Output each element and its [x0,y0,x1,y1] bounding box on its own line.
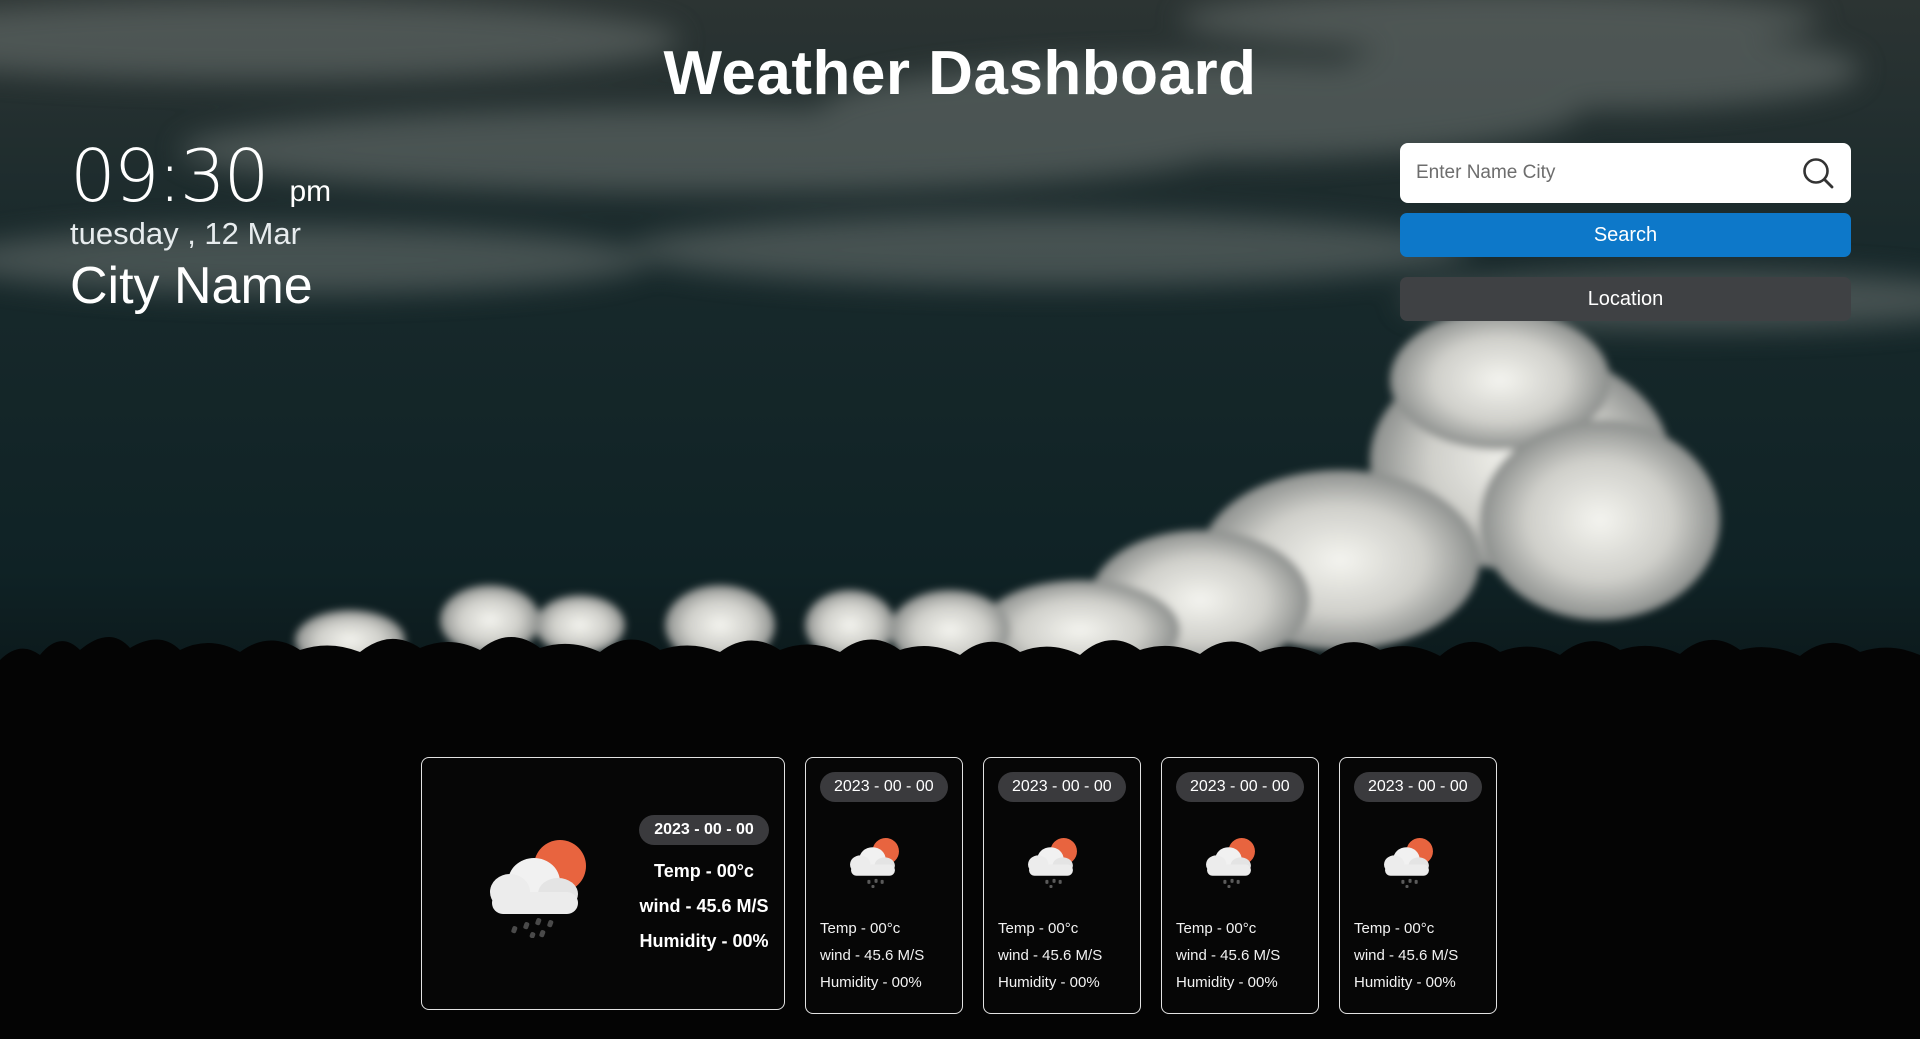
forecast-date-badge: 2023 - 00 - 00 [1176,772,1304,802]
forecast-card-4: 2023 - 00 - 00 Temp - 00°c wind - 45.6 M… [1339,757,1497,1014]
rain-cloud-sun-icon [1200,836,1260,893]
today-wind: wind - 45.6 M/S [639,896,769,916]
page-title: Weather Dashboard [663,39,1257,108]
rain-cloud-sun-icon [1022,836,1082,893]
forecast-wind: wind - 45.6 M/S [998,947,1103,964]
forecast-humidity: Humidity - 00% [820,974,922,991]
forecast-details: Temp - 00°c wind - 45.6 M/S Humidity - 0… [1176,920,1280,1001]
city-search-input[interactable] [1416,162,1801,184]
location-button[interactable]: Location [1400,277,1851,321]
clock-panel: 09:30 pm tuesday , 12 Mar City Name [70,130,331,316]
forecast-details: Temp - 00°c wind - 45.6 M/S Humidity - 0… [1354,920,1458,1001]
rain-cloud-sun-icon [482,836,592,943]
forecast-cards: 2023 - 00 - 00 Temp - 00°c wind - 45.6 M… [421,757,1497,1014]
forecast-date-badge: 2023 - 00 - 00 [1354,772,1482,802]
forecast-wind: wind - 45.6 M/S [820,947,925,964]
forecast-humidity: Humidity - 00% [1176,974,1278,991]
city-name: City Name [70,257,313,315]
rain-cloud-sun-icon [1378,836,1438,893]
forecast-humidity: Humidity - 00% [998,974,1100,991]
forecast-card-2: 2023 - 00 - 00 Temp - 00°c wind - 45.6 M… [983,757,1141,1014]
search-icon[interactable] [1801,156,1835,190]
forecast-date-badge: 2023 - 00 - 00 [820,772,948,802]
forecast-temp: Temp - 00°c [998,920,1079,937]
today-weather-info: 2023 - 00 - 00 Temp - 00°c wind - 45.6 M… [634,815,774,952]
forecast-date-badge: 2023 - 00 - 00 [998,772,1126,802]
forecast-temp: Temp - 00°c [820,920,901,937]
forecast-wind: wind - 45.6 M/S [1354,947,1459,964]
clock-ampm: pm [289,175,332,208]
forecast-card-1: 2023 - 00 - 00 Temp - 00°c wind - 45.6 M… [805,757,963,1014]
clock-time: 09:30 [70,134,269,218]
search-button[interactable]: Search [1400,213,1851,257]
today-date-badge: 2023 - 00 - 00 [639,815,769,845]
forecast-card-3: 2023 - 00 - 00 Temp - 00°c wind - 45.6 M… [1161,757,1319,1014]
today-humidity: Humidity - 00% [639,931,769,951]
search-panel: Search Location [1400,143,1851,321]
forecast-temp: Temp - 00°c [1176,920,1257,937]
search-box [1400,143,1851,203]
today-temp: Temp - 00°c [654,861,754,881]
forecast-wind: wind - 45.6 M/S [1176,947,1281,964]
forecast-humidity: Humidity - 00% [1354,974,1456,991]
forecast-temp: Temp - 00°c [1354,920,1435,937]
today-weather-card: 2023 - 00 - 00 Temp - 00°c wind - 45.6 M… [421,757,785,1010]
rain-cloud-sun-icon [844,836,904,893]
forecast-details: Temp - 00°c wind - 45.6 M/S Humidity - 0… [998,920,1102,1001]
clock-date: tuesday , 12 Mar [70,216,301,251]
forecast-details: Temp - 00°c wind - 45.6 M/S Humidity - 0… [820,920,924,1001]
